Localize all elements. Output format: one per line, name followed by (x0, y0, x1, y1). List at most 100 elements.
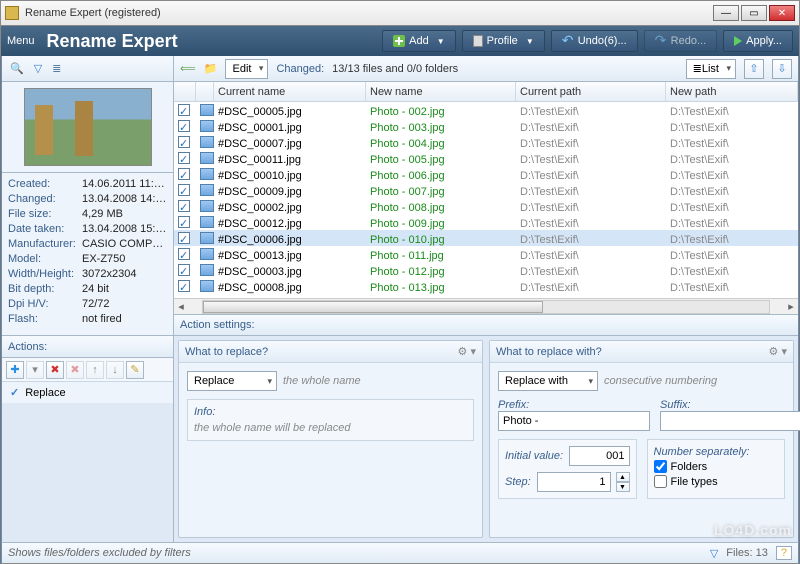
action-dropdown-button[interactable]: ▾ (26, 361, 44, 379)
move-down-button[interactable]: ⇩ (772, 59, 792, 79)
step-label: Step: (505, 476, 531, 488)
list-icon[interactable]: ≣ (52, 62, 61, 75)
filter-status-icon[interactable]: ▽ (710, 547, 718, 560)
app-icon (5, 6, 19, 20)
redo-label: Redo... (671, 35, 706, 47)
step-input[interactable] (537, 472, 611, 492)
table-row[interactable]: #DSC_00006.jpgPhoto - 010.jpgD:\Test\Exi… (174, 230, 798, 246)
table-row[interactable]: #DSC_00005.jpgPhoto - 002.jpgD:\Test\Exi… (174, 102, 798, 118)
table-row[interactable]: #DSC_00001.jpgPhoto - 003.jpgD:\Test\Exi… (174, 118, 798, 134)
replace-with-hint: consecutive numbering (604, 375, 717, 387)
table-row[interactable]: #DSC_00011.jpgPhoto - 005.jpgD:\Test\Exi… (174, 150, 798, 166)
file-icon (200, 104, 214, 116)
plus-icon (393, 35, 405, 47)
replace-mode-dropdown[interactable]: Replace (187, 371, 277, 391)
action-down-button[interactable]: ↓ (106, 361, 124, 379)
file-icon (200, 184, 214, 196)
profile-icon (473, 35, 483, 47)
row-checkbox[interactable] (178, 168, 190, 180)
table-row[interactable]: #DSC_00012.jpgPhoto - 009.jpgD:\Test\Exi… (174, 214, 798, 230)
view-dropdown[interactable]: ≣ List (686, 59, 736, 79)
suffix-input[interactable] (660, 411, 800, 431)
replace-mode-hint: the whole name (283, 375, 361, 387)
actions-toolbar: ✚ ▾ ✖ ✖ ↑ ↓ ✎ (2, 358, 173, 382)
watermark: LO4D.com (714, 522, 792, 538)
changed-value: 13/13 files and 0/0 folders (332, 63, 458, 75)
replace-what-panel: What to replace? ⚙ ▾ Replace the whole n… (178, 340, 483, 538)
action-add-button[interactable]: ✚ (6, 361, 24, 379)
back-icon[interactable]: ⟸ (180, 62, 196, 75)
row-checkbox[interactable] (178, 264, 190, 276)
gear-icon[interactable]: ⚙ ▾ (769, 345, 787, 358)
step-up-button[interactable]: ▲ (616, 472, 630, 482)
table-row[interactable]: #DSC_00010.jpgPhoto - 006.jpgD:\Test\Exi… (174, 166, 798, 182)
table-row[interactable]: #DSC_00013.jpgPhoto - 011.jpgD:\Test\Exi… (174, 246, 798, 262)
replace-with-panel: What to replace with? ⚙ ▾ Replace with c… (489, 340, 794, 538)
row-checkbox[interactable] (178, 200, 190, 212)
changed-label: Changed: (276, 63, 324, 75)
undo-label: Undo(6)... (578, 35, 627, 47)
add-button[interactable]: Add▼ (382, 30, 456, 52)
action-delete-button[interactable]: ✖ (46, 361, 64, 379)
action-edit-button[interactable]: ✎ (126, 361, 144, 379)
zoom-icon[interactable]: 🔍 (10, 62, 24, 75)
action-settings-title: Action settings: (174, 314, 798, 336)
action-clear-button[interactable]: ✖ (66, 361, 84, 379)
table-row[interactable]: #DSC_00007.jpgPhoto - 004.jpgD:\Test\Exi… (174, 134, 798, 150)
filter-icon[interactable]: ▽ (34, 62, 42, 75)
minimize-button[interactable]: — (713, 5, 739, 21)
redo-button[interactable]: Redo... (644, 30, 717, 52)
replace-what-title: What to replace? (185, 346, 268, 358)
row-checkbox[interactable] (178, 232, 190, 244)
folder-icon[interactable]: 📁 (204, 62, 218, 75)
row-checkbox[interactable] (178, 248, 190, 260)
table-row[interactable]: #DSC_00003.jpgPhoto - 012.jpgD:\Test\Exi… (174, 262, 798, 278)
window-title: Rename Expert (registered) (25, 7, 713, 19)
row-checkbox[interactable] (178, 280, 190, 292)
profile-button[interactable]: Profile▼ (462, 30, 545, 52)
help-icon[interactable]: ? (776, 546, 792, 560)
replace-with-mode-dropdown[interactable]: Replace with (498, 371, 598, 391)
table-row[interactable]: #DSC_00008.jpgPhoto - 013.jpgD:\Test\Exi… (174, 278, 798, 294)
action-item-replace[interactable]: ✓ Replace (2, 382, 173, 403)
action-item-label: Replace (25, 387, 65, 399)
table-row[interactable]: #DSC_00009.jpgPhoto - 007.jpgD:\Test\Exi… (174, 182, 798, 198)
replace-with-title: What to replace with? (496, 346, 602, 358)
row-checkbox[interactable] (178, 136, 190, 148)
number-separately-label: Number separately: (654, 446, 779, 458)
file-icon (200, 232, 214, 244)
col-new-path[interactable]: New path (666, 82, 798, 101)
filetypes-checkbox[interactable] (654, 475, 667, 488)
file-icon (200, 168, 214, 180)
file-icon (200, 136, 214, 148)
file-icon (200, 216, 214, 228)
folders-checkbox[interactable] (654, 460, 667, 473)
maximize-button[interactable]: ▭ (741, 5, 767, 21)
apply-button[interactable]: Apply... (723, 30, 793, 52)
row-checkbox[interactable] (178, 152, 190, 164)
close-button[interactable]: ✕ (769, 5, 795, 21)
action-up-button[interactable]: ↑ (86, 361, 104, 379)
check-icon: ✓ (10, 386, 19, 399)
row-checkbox[interactable] (178, 184, 190, 196)
preview-panel (2, 82, 173, 173)
prefix-input[interactable] (498, 411, 650, 431)
table-row[interactable]: #DSC_00002.jpgPhoto - 008.jpgD:\Test\Exi… (174, 198, 798, 214)
row-checkbox[interactable] (178, 120, 190, 132)
col-new-name[interactable]: New name (366, 82, 516, 101)
meta-row: Created:14.06.2011 11:10:30 (8, 177, 167, 192)
move-up-button[interactable]: ⇧ (744, 59, 764, 79)
gear-icon[interactable]: ⚙ ▾ (458, 345, 476, 358)
step-down-button[interactable]: ▼ (616, 482, 630, 492)
col-current-name[interactable]: Current name (214, 82, 366, 101)
row-checkbox[interactable] (178, 216, 190, 228)
info-text: the whole name will be replaced (194, 422, 467, 434)
row-checkbox[interactable] (178, 104, 190, 116)
col-current-path[interactable]: Current path (516, 82, 666, 101)
file-toolbar: ⟸ 📁 Edit Changed: 13/13 files and 0/0 fo… (174, 56, 798, 82)
edit-dropdown[interactable]: Edit (225, 59, 268, 79)
menu-button[interactable]: Menu (7, 35, 35, 47)
initial-value-input[interactable] (569, 446, 629, 466)
horizontal-scrollbar[interactable]: ◂▸ (174, 298, 798, 314)
undo-button[interactable]: Undo(6)... (551, 30, 638, 52)
